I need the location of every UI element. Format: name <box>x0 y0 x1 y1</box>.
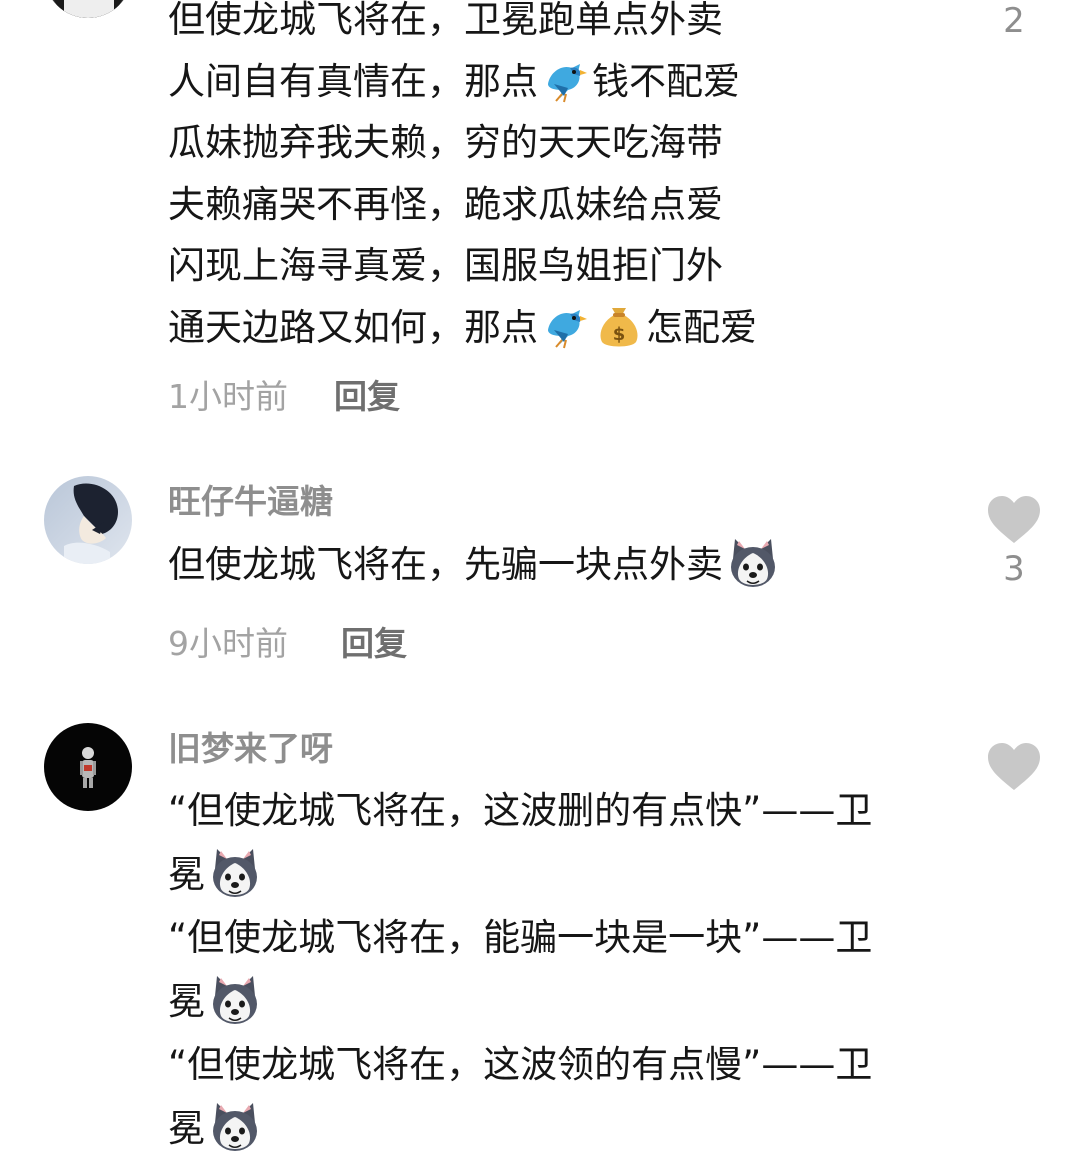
comment-text: 但使龙城飞将在，卫冕跑单点外卖 <box>168 0 723 41</box>
comment-text: 冕 <box>168 1107 205 1150</box>
comment-time: 9小时前 <box>168 627 288 660</box>
comment-body: “但使龙城飞将在，这波删的有点快”——卫 冕 “但使龙城飞将在，能骗一块是一块”… <box>168 779 948 1160</box>
username[interactable]: 旧梦来了呀 <box>168 732 333 765</box>
comment-text: 钱不配爱 <box>592 60 740 103</box>
comment-text: “但使龙城飞将在，这波领的有点慢”——卫 <box>168 1043 872 1086</box>
like-button[interactable] <box>986 743 1042 791</box>
reply-button[interactable]: 回复 <box>341 627 407 660</box>
comment-body: 但使龙城飞将在，先骗一块点外卖 <box>168 534 948 596</box>
husky-emoji-icon <box>725 535 781 591</box>
comment-line: “但使龙城飞将在，这波删的有点快”——卫 <box>168 779 948 843</box>
husky-emoji-icon <box>207 972 263 1028</box>
svg-text:$: $ <box>613 324 626 345</box>
comment-line: 但使龙城飞将在，先骗一块点外卖 <box>168 534 948 596</box>
comment-line: 瓜妹抛弃我夫赖，穷的天天吃海带 <box>168 112 948 174</box>
comment-text: 怎配爱 <box>646 306 757 349</box>
comment-text: 夫赖痛哭不再怪，跪求瓜妹给点爱 <box>168 183 723 226</box>
avatar[interactable] <box>44 476 132 564</box>
comment-line: “但使龙城飞将在，这波领的有点慢”——卫 <box>168 1033 948 1097</box>
comment-body: 但使龙城飞将在，卫冕跑单点外卖 人间自有真情在，那点 钱不配爱 瓜妹抛弃我夫赖，穷… <box>168 0 948 358</box>
anime-avatar-icon <box>44 476 132 564</box>
comment-line: 冕 <box>168 843 948 907</box>
comment-time: 1小时前 <box>168 380 288 413</box>
reply-button[interactable]: 回复 <box>334 380 400 413</box>
husky-emoji-icon <box>207 1099 263 1155</box>
avatar[interactable] <box>44 723 132 811</box>
comment-text: 人间自有真情在，那点 <box>168 60 538 103</box>
comment-text: “但使龙城飞将在，能骗一块是一块”——卫 <box>168 916 872 959</box>
bird-emoji-icon <box>540 300 590 350</box>
like-count: 3 <box>984 552 1044 586</box>
heart-icon <box>986 743 1042 791</box>
husky-emoji-icon <box>207 845 263 901</box>
comment-text: 冕 <box>168 853 205 896</box>
avatar-image <box>44 0 132 18</box>
comment-text: “但使龙城飞将在，这波删的有点快”——卫 <box>168 789 872 832</box>
heart-icon <box>986 496 1042 544</box>
comment-line: 夫赖痛哭不再怪，跪求瓜妹给点爱 <box>168 174 948 236</box>
comment-text: 通天边路又如何，那点 <box>168 306 538 349</box>
comment-line: “但使龙城飞将在，能骗一块是一块”——卫 <box>168 906 948 970</box>
comment-text: 闪现上海寻真爱，国服鸟姐拒门外 <box>168 244 723 287</box>
comment-text: 但使龙城飞将在，先骗一块点外卖 <box>168 543 723 586</box>
comment-text: 冕 <box>168 980 205 1023</box>
dark-figure-avatar-icon <box>44 723 132 811</box>
comment-line: 人间自有真情在，那点 钱不配爱 <box>168 51 948 113</box>
comment-line: 但使龙城飞将在，卫冕跑单点外卖 <box>168 0 948 51</box>
comment-line: 通天边路又如何，那点 $ 怎配爱 <box>168 297 948 359</box>
comment-line: 闪现上海寻真爱，国服鸟姐拒门外 <box>168 235 948 297</box>
like-count: 2 <box>984 4 1044 38</box>
moneybag-emoji-icon: $ <box>594 300 644 350</box>
bird-emoji-icon <box>540 54 590 104</box>
comment-line: 冕 <box>168 1097 948 1160</box>
avatar[interactable] <box>44 0 132 18</box>
comment-text: 瓜妹抛弃我夫赖，穷的天天吃海带 <box>168 121 723 164</box>
username[interactable]: 旺仔牛逼糖 <box>168 485 333 518</box>
comment-line: 冕 <box>168 970 948 1034</box>
like-button[interactable] <box>986 496 1042 544</box>
